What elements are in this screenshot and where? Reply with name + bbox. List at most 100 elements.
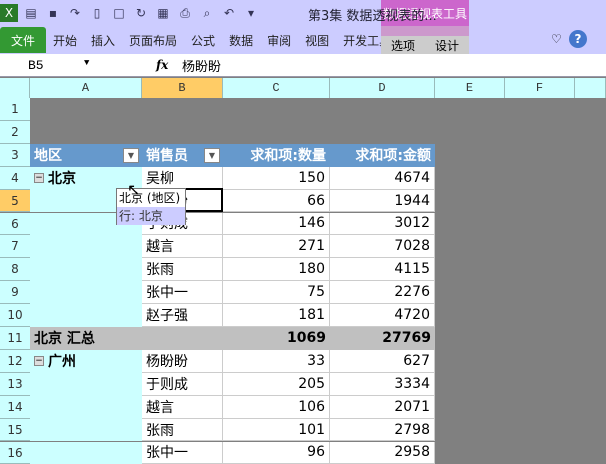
tab-4[interactable]: 数据	[222, 32, 260, 49]
column-header-E[interactable]: E	[435, 78, 505, 98]
quantity-cell[interactable]: 205	[223, 373, 330, 396]
salesperson-cell[interactable]: 吴柳	[142, 167, 223, 190]
column-header-D[interactable]: D	[330, 78, 435, 98]
quantity-cell[interactable]: 146	[223, 213, 330, 236]
refresh-icon[interactable]: ↻	[132, 4, 150, 22]
quantity-cell[interactable]: 33	[223, 350, 330, 373]
amount-cell[interactable]: 2958	[330, 442, 435, 464]
row-header-14[interactable]: 14	[0, 396, 30, 419]
amount-cell[interactable]: 7028	[330, 235, 435, 258]
new-icon[interactable]: ▯	[88, 4, 106, 22]
salesperson-cell[interactable]: 张雨	[142, 258, 223, 281]
print-preview-icon[interactable]: ▤	[22, 4, 40, 22]
region-cell[interactable]	[30, 304, 142, 327]
tab-5[interactable]: 审阅	[260, 32, 298, 49]
filter-dropdown-icon[interactable]: ▼	[204, 148, 220, 163]
row-header-13[interactable]: 13	[0, 373, 30, 396]
quantity-cell[interactable]: 150	[223, 167, 330, 190]
collapse-icon[interactable]: −	[34, 173, 44, 183]
row-header-4[interactable]: 4	[0, 167, 30, 190]
tab-options[interactable]: 选项	[391, 37, 415, 54]
row-header-1[interactable]: 1	[0, 98, 30, 121]
region-cell[interactable]: −广州	[30, 350, 142, 373]
row-header-8[interactable]: 8	[0, 258, 30, 281]
salesperson-cell[interactable]: 张中一	[142, 442, 223, 464]
quantity-cell[interactable]: 66	[223, 190, 330, 213]
amount-cell[interactable]: 3334	[330, 373, 435, 396]
quantity-cell[interactable]: 271	[223, 235, 330, 258]
row-header-6[interactable]: 6	[0, 213, 30, 236]
quantity-cell[interactable]: 101	[223, 419, 330, 442]
minimize-ribbon-icon[interactable]: ♡	[551, 32, 562, 46]
total-quantity[interactable]: 1069	[223, 327, 330, 350]
amount-cell[interactable]: 4720	[330, 304, 435, 327]
column-header-A[interactable]: A	[30, 78, 142, 98]
amount-cell[interactable]: 1944	[330, 190, 435, 213]
row-header-15[interactable]: 15	[0, 419, 30, 442]
calculator-icon[interactable]: ▦	[154, 4, 172, 22]
select-all-button[interactable]	[0, 78, 30, 98]
region-cell[interactable]	[30, 258, 142, 281]
undo-icon[interactable]: ↶	[220, 4, 238, 22]
column-header-C[interactable]: C	[223, 78, 330, 98]
column-header-F[interactable]: F	[505, 78, 575, 98]
total-amount[interactable]: 27769	[330, 327, 435, 350]
row-header-12[interactable]: 12	[0, 350, 30, 373]
column-header-B[interactable]: B	[142, 78, 223, 98]
region-cell[interactable]	[30, 235, 142, 258]
help-icon[interactable]: ?	[569, 30, 587, 48]
tab-design[interactable]: 设计	[435, 37, 459, 54]
row-header-3[interactable]: 3	[0, 144, 30, 167]
row-header-11[interactable]: 11	[0, 327, 30, 350]
row-header-2[interactable]: 2	[0, 121, 30, 144]
region-cell[interactable]	[30, 419, 142, 442]
print-icon[interactable]: ⎙	[176, 4, 194, 22]
collapse-icon[interactable]: −	[34, 356, 44, 366]
save-icon[interactable]: ▪	[44, 4, 62, 22]
row-header-9[interactable]: 9	[0, 281, 30, 304]
quantity-cell[interactable]: 96	[223, 442, 330, 464]
amount-cell[interactable]: 3012	[330, 213, 435, 236]
region-cell[interactable]: −北京	[30, 167, 142, 190]
amount-cell[interactable]: 2276	[330, 281, 435, 304]
amount-cell[interactable]: 2071	[330, 396, 435, 419]
row-header-16[interactable]: 16	[0, 442, 30, 464]
total-label[interactable]: 北京 汇总	[30, 327, 223, 350]
region-cell[interactable]	[30, 442, 142, 464]
region-cell[interactable]	[30, 281, 142, 304]
tab-1[interactable]: 插入	[84, 32, 122, 49]
salesperson-cell[interactable]: 越言	[142, 396, 223, 419]
amount-cell[interactable]: 4115	[330, 258, 435, 281]
quantity-cell[interactable]: 106	[223, 396, 330, 419]
column-header-G[interactable]	[575, 78, 606, 98]
pivot-header-1[interactable]: 销售员▼	[142, 144, 223, 167]
salesperson-cell[interactable]: 越言	[142, 235, 223, 258]
row-header-5[interactable]: 5	[0, 190, 30, 213]
row-header-10[interactable]: 10	[0, 304, 30, 327]
chevron-down-icon[interactable]: ▼	[84, 58, 89, 68]
redo-icon[interactable]: ↷	[66, 4, 84, 22]
amount-cell[interactable]: 2798	[330, 419, 435, 442]
salesperson-cell[interactable]: 赵子强	[142, 304, 223, 327]
quantity-cell[interactable]: 180	[223, 258, 330, 281]
quantity-cell[interactable]: 75	[223, 281, 330, 304]
amount-cell[interactable]: 627	[330, 350, 435, 373]
excel-icon[interactable]: X	[0, 4, 18, 22]
insert-function-icon[interactable]: fx	[156, 58, 168, 72]
pivot-header-0[interactable]: 地区▼	[30, 144, 142, 167]
pivot-header-3[interactable]: 求和项:金额	[330, 144, 435, 167]
tab-6[interactable]: 视图	[298, 32, 336, 49]
salesperson-cell[interactable]: 于则成	[142, 373, 223, 396]
quantity-cell[interactable]: 181	[223, 304, 330, 327]
preview-icon[interactable]: ⌕	[198, 4, 216, 22]
open-icon[interactable]: □	[110, 4, 128, 22]
salesperson-cell[interactable]: 张雨	[142, 419, 223, 442]
name-box[interactable]: B5▼	[0, 58, 90, 73]
tab-3[interactable]: 公式	[184, 32, 222, 49]
region-cell[interactable]	[30, 373, 142, 396]
tab-2[interactable]: 页面布局	[122, 32, 184, 49]
customize-icon[interactable]: ▾	[242, 4, 260, 22]
filter-dropdown-icon[interactable]: ▼	[123, 148, 139, 163]
salesperson-cell[interactable]: 张中一	[142, 281, 223, 304]
pivot-header-2[interactable]: 求和项:数量	[223, 144, 330, 167]
